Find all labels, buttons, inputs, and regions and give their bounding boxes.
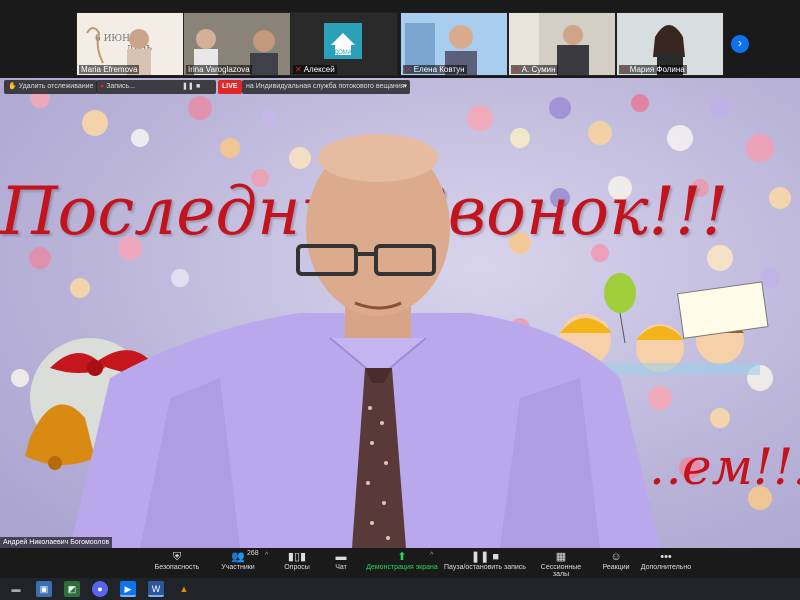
more-button[interactable]: ••• Дополнительно — [640, 550, 692, 571]
recording-indicator: ● Запись... ❚❚ ■ — [96, 80, 216, 94]
discord-app-icon[interactable]: ● — [92, 581, 108, 597]
share-screen-button[interactable]: ⬆ Демонстрация экрана — [366, 550, 438, 571]
smiley-icon: ☺ — [610, 551, 622, 563]
share-screen-label: Демонстрация экрана — [366, 564, 438, 571]
speaker-video — [70, 134, 660, 548]
pause-record-button[interactable]: ❚❚ ■ Пауза/остановить запись — [444, 550, 526, 571]
breakout-label: Сессионные залы — [540, 564, 582, 578]
reactions-label: Реакции — [602, 564, 630, 571]
shield-icon: ⛨ — [172, 551, 182, 563]
photos-app-icon[interactable]: ◩ — [64, 581, 80, 597]
participants-caret-icon[interactable]: ^ — [265, 552, 268, 559]
live-badge: LIVE — [218, 80, 242, 94]
participants-count: 268 — [247, 550, 259, 557]
stream-label: на Индивидуальная служба потокового веща… — [246, 83, 405, 90]
more-dots-icon: ••• — [660, 551, 672, 563]
word-app-icon[interactable]: W — [148, 581, 164, 597]
participant-name: ✕ Алексей — [293, 65, 337, 74]
chat-button[interactable]: ▬ Чат — [326, 550, 356, 571]
muted-mic-icon: ✕ — [513, 65, 520, 74]
vlc-app-icon[interactable]: ▲ — [176, 581, 192, 597]
share-caret-icon[interactable]: ^ — [430, 552, 433, 559]
security-button[interactable]: ⛨ Безопасность — [152, 550, 202, 571]
speaker-name-label: Андрей Николаевич Богомоолов — [0, 537, 113, 548]
participant-tile[interactable]: ✕ Мария Фолина — [616, 12, 724, 76]
muted-mic-icon: ✕ — [295, 65, 302, 74]
bar-chart-icon: ▮▯▮ — [287, 551, 307, 563]
participant-tile[interactable]: ✕ Елена Ковтун — [400, 12, 508, 76]
chat-bubble-icon: ▬ — [335, 551, 347, 563]
participants-label: Участники — [221, 564, 255, 571]
muted-mic-icon: ✕ — [405, 65, 412, 74]
active-speaker-video: Последний Звонок!!! …ем!!! Андрей Никола… — [0, 78, 800, 548]
participant-name: Irina Varoglazova — [186, 65, 252, 74]
svg-text:6 ИЮН: 6 ИЮН — [95, 34, 130, 44]
participant-tile[interactable]: ДОМА ✕ Алексей — [290, 12, 398, 76]
hand-icon: ✋ — [8, 83, 17, 90]
polls-button[interactable]: ▮▯▮ Опросы — [280, 550, 314, 571]
store-app-icon[interactable]: ▣ — [36, 581, 52, 597]
reactions-button[interactable]: ☺ Реакции — [600, 550, 632, 571]
stop-recording-button[interactable]: ■ — [196, 80, 200, 94]
participant-strip: 6 ИЮН ДЕНЬ Maria Efremova Irina Varoglaz… — [0, 0, 800, 78]
remove-tracking-button[interactable]: ✋ Удалить отслеживание — [4, 80, 98, 94]
participant-name: ✕ Мария Фолина — [619, 65, 687, 74]
zoom-app-icon[interactable]: ▶ — [120, 581, 136, 597]
participant-tile[interactable]: ✕ А. Сумин — [508, 12, 616, 76]
recording-controls: ✋ Удалить отслеживание ● Запись... ❚❚ ■ … — [0, 78, 800, 96]
live-stream-dropdown[interactable]: на Индивидуальная служба потокового веща… — [242, 80, 410, 94]
breakout-rooms-button[interactable]: ▦ Сессионные залы — [532, 550, 590, 578]
participant-tile[interactable]: 6 ИЮН ДЕНЬ Maria Efremova — [76, 12, 184, 76]
participant-tile[interactable]: Irina Varoglazova — [183, 12, 291, 76]
remove-tracking-label: Удалить отслеживание — [18, 83, 94, 90]
security-label: Безопасность — [154, 564, 200, 571]
windows-taskbar: ▬ ▣ ◩ ● ▶ W ▲ — [0, 578, 800, 600]
pause-stop-icon: ❚❚ ■ — [470, 551, 500, 563]
pause-recording-button[interactable]: ❚❚ — [182, 80, 194, 94]
share-screen-icon: ⬆ — [397, 551, 407, 563]
chevron-right-icon: › — [738, 36, 742, 50]
record-label: Запись... — [106, 83, 135, 90]
start-icon[interactable]: ▬ — [8, 581, 24, 597]
polls-label: Опросы — [284, 564, 310, 571]
meeting-toolbar: ⛨ Безопасность 👥 Участники 268 ^ ▮▯▮ Опр… — [0, 548, 800, 578]
more-label: Дополнительно — [640, 564, 692, 571]
record-dot-icon: ● — [100, 83, 105, 90]
chevron-down-icon: ▾ — [403, 83, 407, 90]
participant-name: ✕ А. Сумин — [511, 65, 558, 74]
participant-name: ✕ Елена Ковтун — [403, 65, 467, 74]
muted-mic-icon: ✕ — [621, 65, 628, 74]
pause-record-label: Пауза/остановить запись — [444, 564, 526, 571]
next-page-button[interactable]: › — [731, 35, 749, 53]
participant-name: Maria Efremova — [79, 65, 140, 74]
svg-text:ДОМА: ДОМА — [334, 50, 352, 56]
grid-icon: ▦ — [555, 551, 567, 563]
chat-label: Чат — [335, 564, 347, 571]
